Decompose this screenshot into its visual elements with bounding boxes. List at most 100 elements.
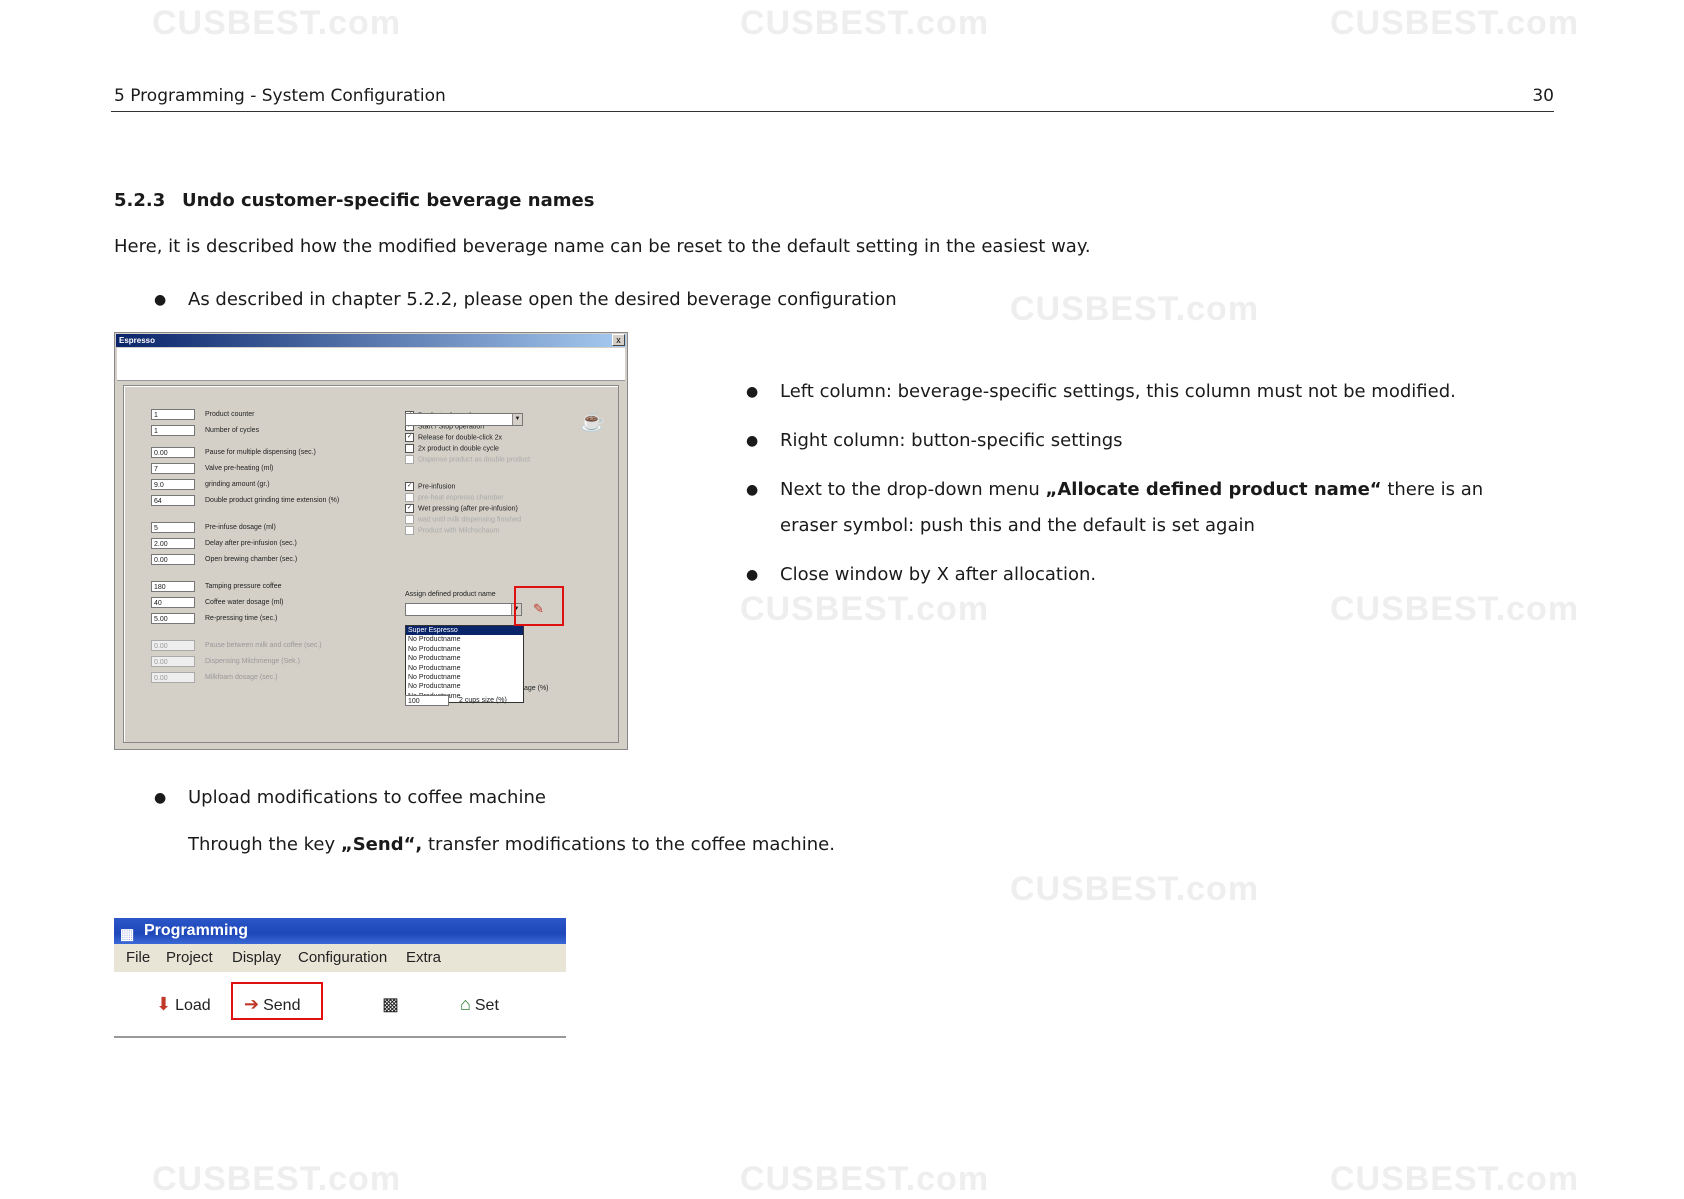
coffee-cup-icon: ☕: [580, 411, 605, 433]
setting-field[interactable]: 7: [151, 463, 195, 474]
transfer-icon: ▩: [382, 994, 400, 1014]
assign-label: Assign defined product name: [405, 591, 496, 598]
setting-label: Number of cycles: [205, 427, 260, 434]
menu-configuration[interactable]: Configuration: [298, 944, 387, 972]
setting-field[interactable]: 9.0: [151, 479, 195, 490]
setting-field[interactable]: 1: [151, 409, 195, 420]
setting-field[interactable]: 0.00: [151, 640, 195, 651]
setting-checkbox[interactable]: wait until milk dispensing finished: [405, 515, 521, 524]
menu-project[interactable]: Project: [166, 944, 213, 972]
checkbox-label: Wet pressing (after pre-infusion): [418, 505, 518, 513]
header-divider: [111, 111, 1554, 112]
close-icon[interactable]: x: [612, 334, 625, 346]
send-highlight: [231, 982, 323, 1020]
checkbox-label: Product with Milchschaum: [418, 527, 500, 535]
transfer-button[interactable]: ▩: [382, 994, 403, 1015]
set-button[interactable]: ⌂ Set: [460, 994, 499, 1015]
checkbox-icon: [405, 493, 414, 502]
programming-window: ▦ Programming File Project Display Config…: [114, 918, 566, 1038]
setting-checkbox[interactable]: 2x product in double cycle: [405, 444, 499, 453]
send-instruction: Through the key „Send“, transfer modific…: [188, 834, 835, 855]
list-item[interactable]: No Productname: [406, 664, 523, 673]
watermark: CUSBEST.com: [1330, 590, 1580, 628]
setting-field[interactable]: 0.00: [151, 672, 195, 683]
assign-product-dropdown[interactable]: ▼: [405, 603, 522, 616]
bullet-text: there is an: [1381, 479, 1484, 500]
setting-label: Pause between milk and coffee (sec.): [205, 642, 322, 649]
setting-label: grinding amount (gr.): [205, 481, 270, 488]
menu-extra[interactable]: Extra: [406, 944, 441, 972]
setting-field[interactable]: 180: [151, 581, 195, 592]
setting-field[interactable]: 64: [151, 495, 195, 506]
list-item[interactable]: Super Espresso: [406, 626, 523, 636]
page-number: 30: [1532, 86, 1554, 106]
setting-label: Dispensing Milchmenge (Sek.): [205, 658, 300, 665]
setting-field[interactable]: 5.00: [151, 613, 195, 624]
setting-checkbox[interactable]: Dispense product as double product: [405, 455, 530, 464]
setting-label: Product counter: [205, 411, 255, 418]
bullet-text: Right column: button-specific settings: [780, 430, 1123, 451]
watermark: CUSBEST.com: [152, 4, 402, 42]
load-button[interactable]: ⬇ Load: [156, 994, 211, 1015]
product-combo[interactable]: ▼: [405, 413, 523, 426]
send-key-text: „Send“,: [340, 834, 423, 855]
checkbox-label: Dispense product as double product: [418, 456, 531, 464]
list-item[interactable]: No Productname: [406, 654, 523, 663]
setting-field[interactable]: 5: [151, 522, 195, 533]
list-item[interactable]: No Productname: [406, 635, 523, 644]
checkbox-label: pre-heat espresso chamber: [418, 494, 504, 502]
list-item[interactable]: No Productname: [406, 673, 523, 682]
checkbox-icon: ✓: [405, 482, 414, 491]
bullet-close-window: ● Close window by X after allocation.: [746, 557, 1096, 593]
setting-label: Tamping pressure coffee: [205, 583, 282, 590]
dialog-header-area: [117, 348, 625, 381]
bullet-upload: ● Upload modifications to coffee machine: [154, 780, 546, 816]
bullet-dot: ●: [746, 384, 759, 400]
setting-field[interactable]: 40: [151, 597, 195, 608]
chevron-down-icon: ▼: [512, 414, 522, 425]
cups-size-field[interactable]: 100: [405, 695, 449, 706]
send-text: Through the key: [188, 834, 341, 855]
checkbox-label: Pre-infusion: [418, 483, 456, 491]
list-item[interactable]: No Productname: [406, 682, 523, 691]
watermark: CUSBEST.com: [1330, 4, 1580, 42]
setting-field[interactable]: 2.00: [151, 538, 195, 549]
eraser-icon[interactable]: ✎: [533, 601, 544, 617]
bullet-bold-text: „Allocate defined product name“: [1045, 479, 1382, 500]
checkbox-icon: ✓: [405, 504, 414, 513]
bullet-dot: ●: [746, 567, 759, 583]
bullet-text: Left column: beverage-specific settings,…: [780, 381, 1456, 402]
setting-field[interactable]: 1: [151, 425, 195, 436]
setting-label: Re-pressing time (sec.): [205, 615, 278, 622]
setting-label: Milkfoam dosage (sec.): [205, 674, 278, 681]
dialog-titlebar: Espresso: [116, 334, 626, 347]
setting-field[interactable]: 0.00: [151, 554, 195, 565]
section-heading: 5.2.3 Undo customer-specific beverage nam…: [114, 190, 594, 211]
setting-label: Pre-infuse dosage (ml): [205, 524, 276, 531]
bullet-eraser: ● Next to the drop-down menu „Allocate de…: [746, 472, 1484, 544]
product-name-list[interactable]: Super Espresso No Productname No Productna…: [405, 625, 524, 703]
setting-checkbox[interactable]: ✓ Release for double-click 2x: [405, 433, 502, 442]
checkbox-label: Release for double-click 2x: [418, 434, 503, 442]
bullet-text: eraser symbol: push this and the default…: [780, 515, 1255, 536]
setting-checkbox[interactable]: Product with Milchschaum: [405, 526, 499, 535]
espresso-dialog: Espresso x 1 Product counter 1 Number of cy…: [114, 332, 628, 750]
list-item[interactable]: No Productname: [406, 645, 523, 654]
setting-checkbox[interactable]: pre-heat espresso chamber: [405, 493, 504, 502]
setting-label: Delay after pre-infusion (sec.): [205, 540, 297, 547]
watermark: CUSBEST.com: [1330, 1160, 1580, 1198]
heading-title: Undo customer-specific beverage names: [182, 190, 595, 211]
setting-checkbox[interactable]: ✓ Pre-infusion: [405, 482, 455, 491]
setting-label: Double product grinding time extension (…: [205, 497, 340, 504]
bullet-text: As described in chapter 5.2.2, please op…: [188, 289, 897, 310]
intro-text: Here, it is described how the modified b…: [114, 236, 1091, 257]
menu-display[interactable]: Display: [232, 944, 281, 972]
setting-checkbox[interactable]: ✓ Wet pressing (after pre-infusion): [405, 504, 518, 513]
section-title: 5 Programming - System Configuration: [114, 86, 446, 106]
setting-field[interactable]: 0.00: [151, 656, 195, 667]
bullet-open-config: ● As described in chapter 5.2.2, please o…: [154, 282, 897, 318]
checkbox-icon: [405, 515, 414, 524]
setting-field[interactable]: 0.00: [151, 447, 195, 458]
menu-file[interactable]: File: [126, 944, 150, 972]
set-label: Set: [474, 997, 499, 1014]
